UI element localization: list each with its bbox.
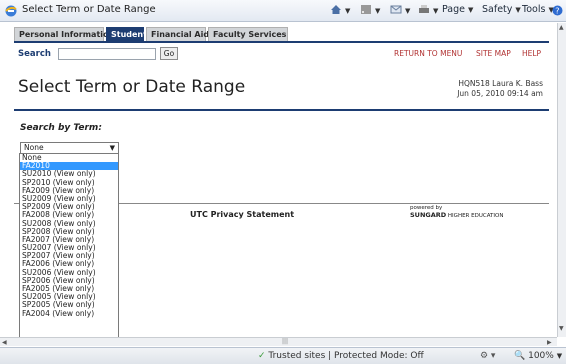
term-dropdown-list[interactable]: None FA2010 SU2010 (View only) SP2010 (V… bbox=[19, 153, 119, 337]
search-by-term-label: Search by Term: bbox=[20, 123, 102, 133]
title-divider bbox=[14, 109, 549, 111]
chevron-down-icon[interactable]: ▼ bbox=[110, 143, 115, 153]
return-to-menu-link[interactable]: RETURN TO MENU bbox=[394, 49, 462, 58]
security-zone-text: Trusted sites | Protected Mode: Off bbox=[268, 351, 424, 361]
user-name: HQN518 Laura K. Bass bbox=[458, 79, 543, 88]
scroll-grip-icon[interactable]: ||| bbox=[282, 338, 288, 345]
tab-faculty-services[interactable]: Faculty Services bbox=[208, 27, 288, 42]
mail-menu-button[interactable]: ▼ bbox=[390, 4, 410, 16]
tab-divider bbox=[14, 41, 549, 43]
sungard-logo: powered by SUNGARD HIGHER EDUCATION bbox=[410, 205, 503, 220]
browser-tab-title[interactable]: Select Term or Date Range bbox=[22, 4, 156, 15]
print-menu-button[interactable]: ▼ bbox=[418, 4, 438, 16]
term-select-value: None bbox=[24, 143, 44, 152]
site-map-link[interactable]: SITE MAP bbox=[476, 49, 511, 58]
ie-favicon-icon bbox=[5, 5, 17, 17]
go-button[interactable]: Go bbox=[160, 47, 178, 60]
tools-menu-label: Tools bbox=[522, 4, 546, 15]
scroll-right-icon[interactable]: ▶ bbox=[547, 339, 552, 346]
tools-menu[interactable]: Tools ▼ bbox=[522, 4, 554, 15]
horizontal-scrollbar[interactable]: ◀ ||| ▶ bbox=[0, 337, 557, 346]
page-menu[interactable]: Page ▼ bbox=[442, 4, 473, 15]
home-menu-button[interactable]: ▼ bbox=[330, 4, 350, 16]
tab-student[interactable]: Student bbox=[106, 27, 147, 42]
vertical-scrollbar[interactable]: ▲ ▼ bbox=[557, 23, 566, 337]
current-datetime: Jun 05, 2010 09:14 am bbox=[457, 89, 543, 98]
user-info: HQN518 Laura K. Bass Jun 05, 2010 09:14 … bbox=[457, 79, 543, 99]
page-title: Select Term or Date Range bbox=[18, 77, 246, 97]
zoom-control[interactable]: 🔍 100% ▼ bbox=[514, 351, 562, 361]
page-menu-label: Page bbox=[442, 4, 465, 15]
privacy-statement-link[interactable]: UTC Privacy Statement bbox=[190, 210, 294, 219]
scroll-down-icon[interactable]: ▼ bbox=[559, 325, 564, 332]
home-icon bbox=[331, 5, 341, 14]
tab-financial-aid[interactable]: Financial Aid bbox=[146, 27, 209, 42]
mail-icon bbox=[390, 5, 402, 14]
tab-personal-information[interactable]: Personal Information bbox=[14, 27, 114, 42]
feeds-icon bbox=[361, 5, 371, 14]
search-label: Search bbox=[18, 49, 51, 59]
feeds-menu-button[interactable]: ▼ bbox=[360, 4, 380, 16]
checkmark-icon: ✓ bbox=[258, 351, 266, 361]
zoom-icon: 🔍 bbox=[514, 351, 526, 361]
page-content: Personal Information Student Financial A… bbox=[0, 23, 557, 337]
scroll-up-icon[interactable]: ▲ bbox=[559, 24, 564, 31]
search-input[interactable] bbox=[58, 48, 156, 60]
zone-icon[interactable]: ⚙ ▾ bbox=[480, 351, 495, 361]
zoom-level: 100% bbox=[528, 351, 554, 361]
sungard-name: SUNGARD bbox=[410, 211, 447, 219]
term-option[interactable]: FA2004 (View only) bbox=[20, 309, 118, 318]
status-bar: ✓ Trusted sites | Protected Mode: Off ⚙ … bbox=[0, 347, 566, 364]
help-icon[interactable]: ? bbox=[552, 5, 563, 16]
higher-education-text: HIGHER EDUCATION bbox=[447, 213, 504, 219]
scroll-left-icon[interactable]: ◀ bbox=[2, 339, 7, 346]
help-link[interactable]: HELP bbox=[522, 49, 541, 58]
safety-menu-label: Safety bbox=[482, 4, 513, 15]
svg-text:?: ? bbox=[555, 7, 559, 16]
security-zone[interactable]: ✓ Trusted sites | Protected Mode: Off bbox=[258, 351, 424, 361]
browser-command-bar: Select Term or Date Range ▼ ▼ ▼ ▼ Page ▼… bbox=[0, 0, 566, 22]
safety-menu[interactable]: Safety ▼ bbox=[482, 4, 521, 15]
print-icon bbox=[419, 5, 429, 13]
